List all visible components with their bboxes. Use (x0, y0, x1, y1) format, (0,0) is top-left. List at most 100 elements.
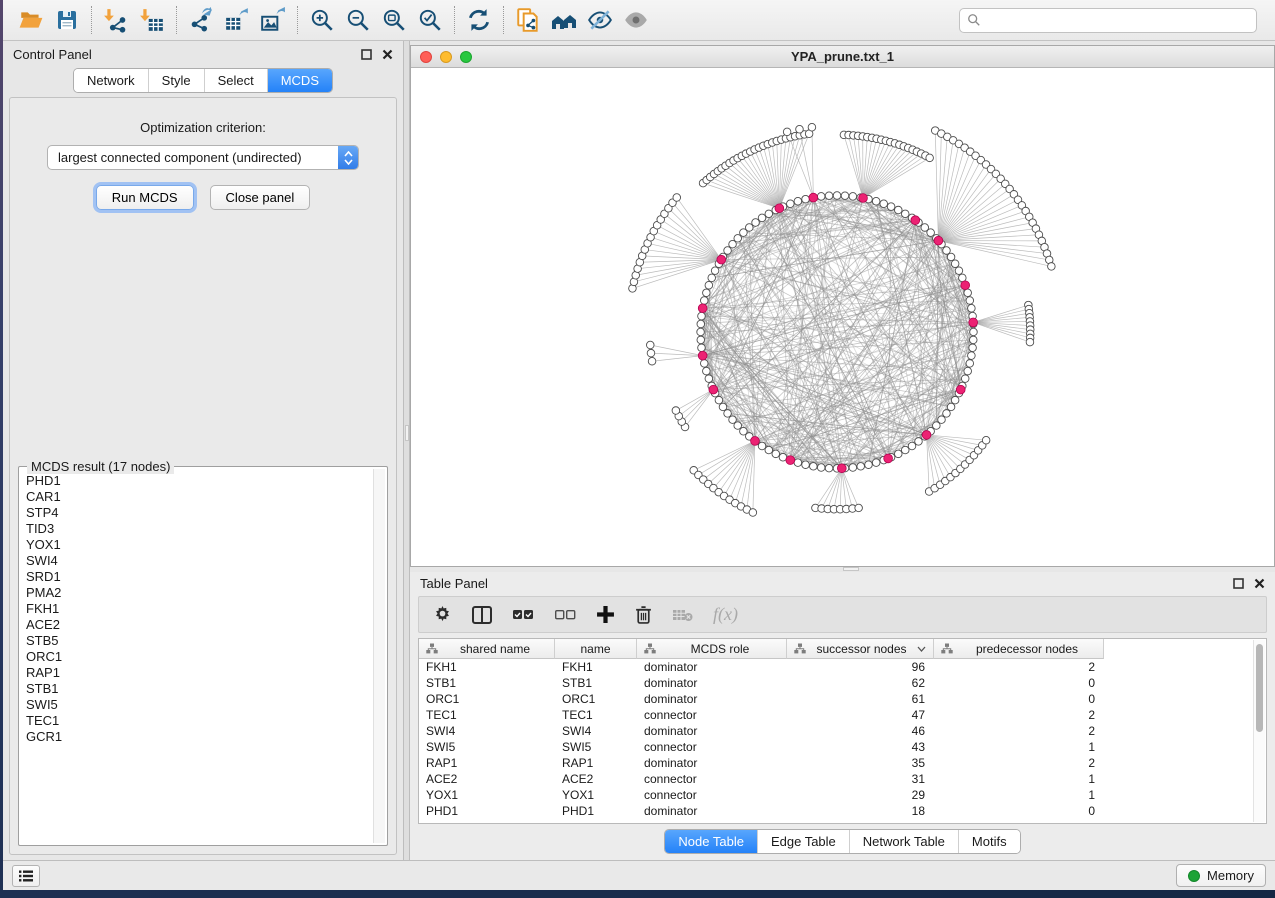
table-cell: dominator (637, 660, 787, 674)
column-header-mcds-role[interactable]: MCDS role (637, 639, 787, 659)
zoom-out-button[interactable] (340, 4, 376, 36)
close-panel-button[interactable]: Close panel (210, 185, 311, 210)
show-hidden-button[interactable] (618, 4, 654, 36)
export-network-icon (188, 7, 214, 33)
table-row[interactable]: SWI4SWI4dominator462 (419, 723, 1266, 739)
table-scrollbar-thumb[interactable] (1256, 644, 1263, 732)
task-history-button[interactable] (12, 865, 40, 887)
table-row[interactable]: FKH1FKH1dominator962 (419, 659, 1266, 675)
mcds-result-item[interactable]: STB1 (21, 681, 372, 697)
mcds-result-item[interactable]: PHD1 (21, 473, 372, 489)
table-cell: 62 (787, 676, 934, 690)
zoom-fit-button[interactable] (376, 4, 412, 36)
mcds-result-item[interactable]: FKH1 (21, 601, 372, 617)
search-field[interactable] (959, 8, 1257, 33)
split-view-button[interactable] (472, 606, 492, 624)
mcds-result-item[interactable]: TID3 (21, 521, 372, 537)
table-cell: 0 (934, 692, 1104, 706)
table-row[interactable]: ORC1ORC1dominator610 (419, 691, 1266, 707)
tab-node-table[interactable]: Node Table (665, 830, 757, 853)
mcds-result-item[interactable]: PMA2 (21, 585, 372, 601)
column-header-predecessor-nodes[interactable]: predecessor nodes (934, 639, 1104, 659)
mcds-result-item[interactable]: SRD1 (21, 569, 372, 585)
column-header-successor-nodes[interactable]: successor nodes (787, 639, 934, 659)
tab-network[interactable]: Network (74, 69, 148, 92)
table-cell: TEC1 (419, 708, 555, 722)
table-cell: connector (637, 708, 787, 722)
network-canvas-svg[interactable] (411, 68, 1274, 566)
export-table-button[interactable] (219, 4, 255, 36)
add-column-button[interactable] (596, 605, 615, 624)
table-cell: connector (637, 788, 787, 802)
export-image-button[interactable] (255, 4, 291, 36)
tab-style[interactable]: Style (148, 69, 204, 92)
tab-motifs[interactable]: Motifs (958, 830, 1020, 853)
mcds-result-item[interactable]: SWI4 (21, 553, 372, 569)
mcds-result-item[interactable]: ACE2 (21, 617, 372, 633)
refresh-view-button[interactable] (461, 4, 497, 36)
zoom-selected-button[interactable] (412, 4, 448, 36)
memory-button[interactable]: Memory (1176, 864, 1266, 887)
homes-icon (550, 7, 578, 33)
open-file-button[interactable] (13, 4, 49, 36)
table-row[interactable]: TEC1TEC1connector472 (419, 707, 1266, 723)
table-cell: 0 (934, 676, 1104, 690)
import-network-button[interactable] (98, 4, 134, 36)
network-canvas[interactable] (411, 68, 1274, 566)
tab-select[interactable]: Select (204, 69, 267, 92)
column-header-shared-name[interactable]: shared name (419, 639, 555, 659)
tab-edge-table[interactable]: Edge Table (757, 830, 849, 853)
show-all-networks-button[interactable] (546, 4, 582, 36)
window-close-icon[interactable] (420, 51, 432, 63)
table-row[interactable]: SWI5SWI5connector431 (419, 739, 1266, 755)
table-cell: 46 (787, 724, 934, 738)
mcds-result-item[interactable]: YOX1 (21, 537, 372, 553)
import-table-button[interactable] (134, 4, 170, 36)
table-row[interactable]: PHD1PHD1dominator180 (419, 803, 1266, 819)
export-network-button[interactable] (183, 4, 219, 36)
function-builder-button[interactable]: f(x) (713, 604, 738, 625)
save-session-button[interactable] (49, 4, 85, 36)
mcds-result-item[interactable]: GCR1 (21, 729, 372, 745)
table-row[interactable]: STB1STB1dominator620 (419, 675, 1266, 691)
delete-column-button[interactable] (635, 605, 652, 624)
optimization-criterion-select[interactable]: largest connected component (undirected) (47, 145, 359, 170)
table-row[interactable]: ACE2ACE2connector311 (419, 771, 1266, 787)
tab-mcds[interactable]: MCDS (267, 69, 332, 92)
select-all-rows-button[interactable] (512, 609, 534, 621)
mcds-result-item[interactable]: TEC1 (21, 713, 372, 729)
window-minimize-icon[interactable] (440, 51, 452, 63)
table-row[interactable]: RAP1RAP1dominator352 (419, 755, 1266, 771)
table-row[interactable]: YOX1YOX1connector291 (419, 787, 1266, 803)
mcds-result-title: MCDS result (17 nodes) (27, 459, 174, 474)
mcds-result-item[interactable]: ORC1 (21, 649, 372, 665)
close-panel-icon[interactable] (1254, 578, 1265, 589)
float-window-icon[interactable] (1233, 578, 1244, 589)
clone-network-button[interactable] (510, 4, 546, 36)
table-cell: 1 (934, 788, 1104, 802)
column-settings-button[interactable] (433, 605, 452, 624)
zoom-in-button[interactable] (304, 4, 340, 36)
splitter-handle[interactable] (843, 567, 859, 571)
table-cell: SWI4 (419, 724, 555, 738)
hide-selected-button[interactable] (582, 4, 618, 36)
mcds-result-item[interactable]: CAR1 (21, 489, 372, 505)
mcds-result-item[interactable]: STP4 (21, 505, 372, 521)
deselect-all-rows-button[interactable] (554, 609, 576, 621)
mcds-result-item[interactable]: STB5 (21, 633, 372, 649)
search-input[interactable] (986, 13, 1249, 27)
close-panel-icon[interactable] (382, 49, 393, 60)
tab-network-table[interactable]: Network Table (849, 830, 958, 853)
float-window-icon[interactable] (361, 49, 372, 60)
run-mcds-button[interactable]: Run MCDS (96, 185, 194, 210)
splitter-handle[interactable] (405, 425, 409, 441)
memory-label: Memory (1207, 868, 1254, 883)
vertical-splitter[interactable] (403, 41, 410, 860)
window-zoom-icon[interactable] (460, 51, 472, 63)
mcds-result-item[interactable]: SWI5 (21, 697, 372, 713)
mcds-result-scrollbar[interactable] (373, 469, 385, 843)
column-header-name[interactable]: name (555, 639, 637, 659)
table-cell: STB1 (419, 676, 555, 690)
mcds-result-item[interactable]: RAP1 (21, 665, 372, 681)
delete-table-button[interactable] (672, 608, 693, 622)
